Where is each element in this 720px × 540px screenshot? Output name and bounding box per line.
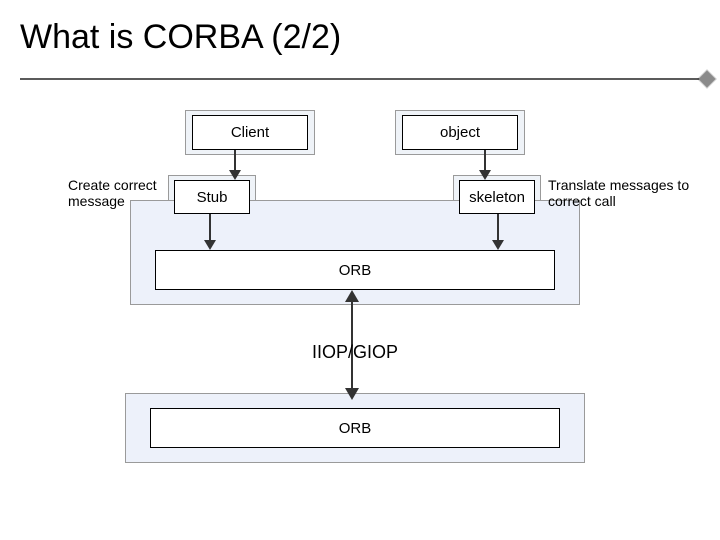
skeleton-box: skeleton: [459, 180, 535, 214]
client-box: Client: [192, 115, 308, 150]
title-divider: [20, 78, 710, 80]
orb-bottom-label: ORB: [150, 408, 560, 448]
iiop-label: IIOP/GIOP: [280, 342, 430, 363]
orb-top-label: ORB: [155, 250, 555, 290]
left-note: Create correct message: [68, 177, 178, 209]
object-box: object: [402, 115, 518, 150]
diagram-stage: Client object Stub skeleton ORB Create c…: [0, 90, 720, 540]
slide-title: What is CORBA (2/2): [0, 0, 720, 57]
stub-box: Stub: [174, 180, 250, 214]
right-note: Translate messages to correct call: [548, 177, 708, 209]
